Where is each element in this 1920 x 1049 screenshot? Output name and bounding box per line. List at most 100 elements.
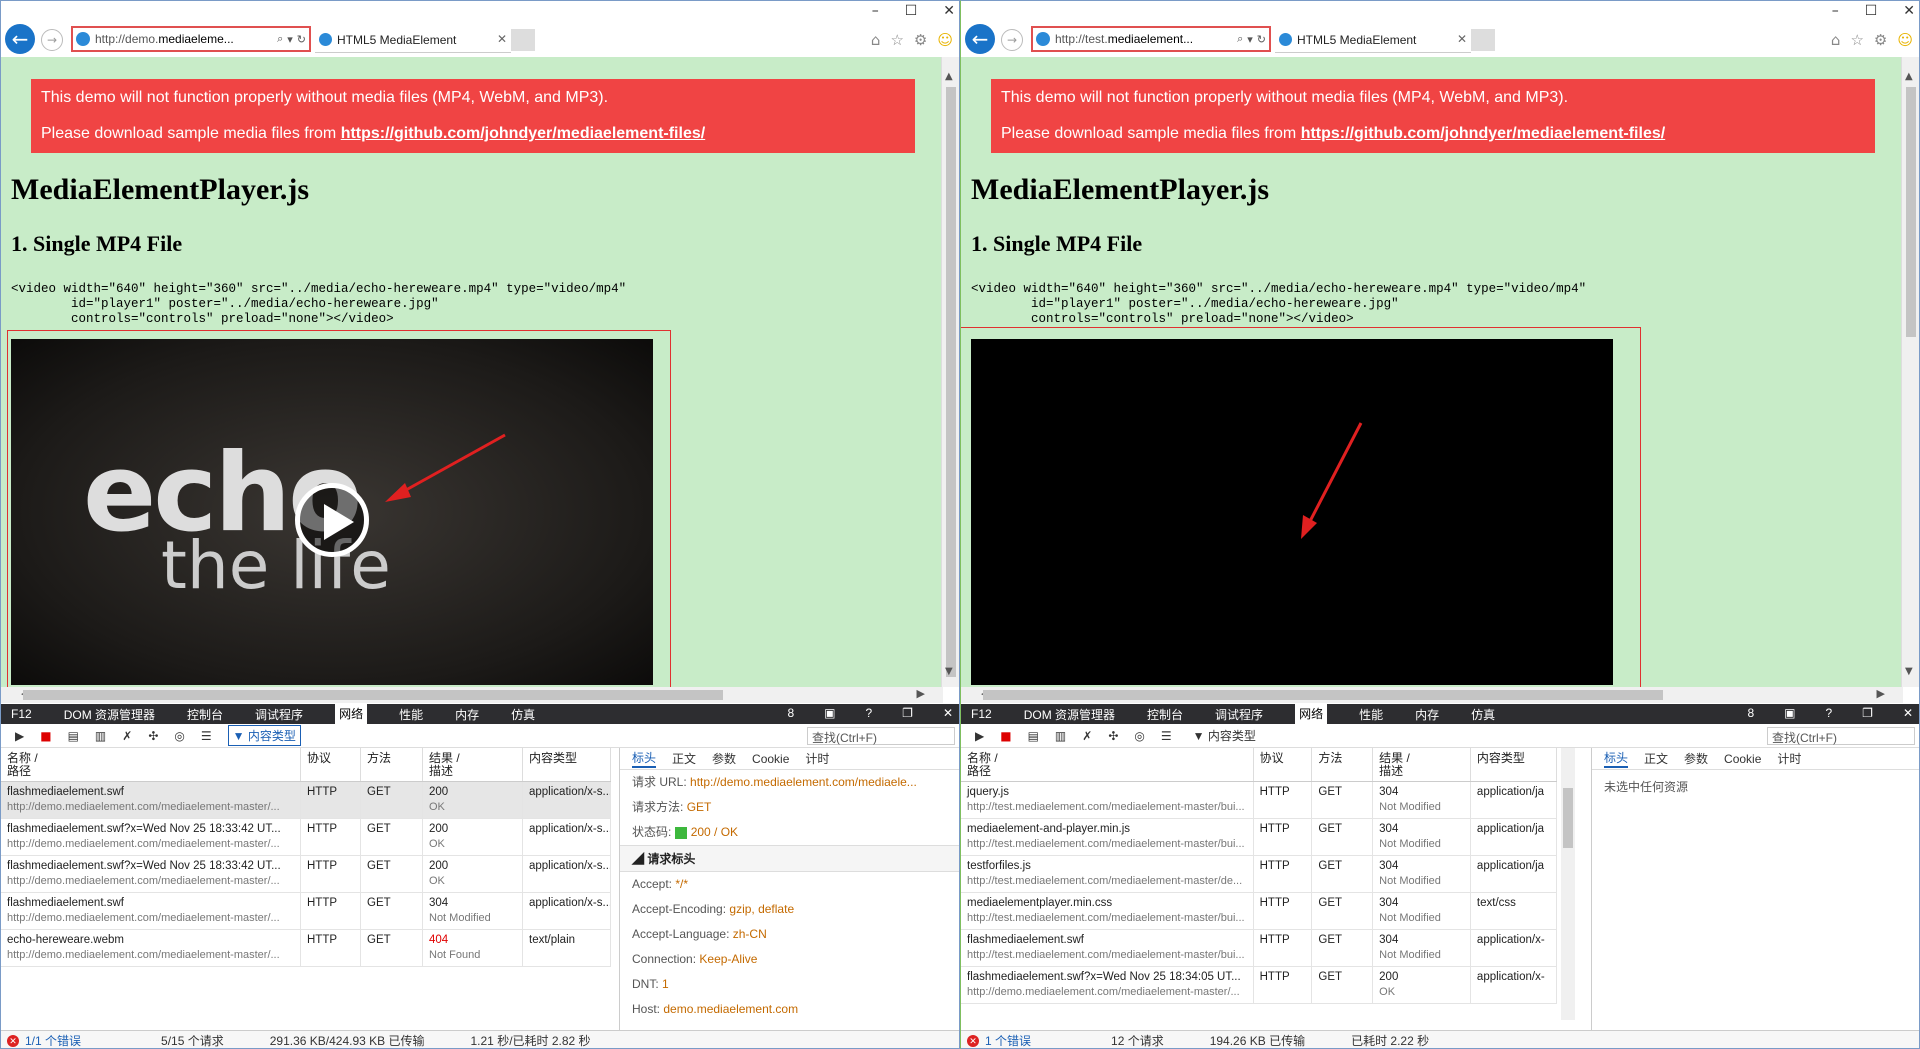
tab-console[interactable]: 控制台 [1147,706,1183,723]
vertical-scrollbar[interactable]: ▲ ▼ [1901,57,1919,687]
tab-network[interactable]: 网络 [1295,704,1328,724]
refresh-icon[interactable]: ↻ [1257,33,1266,46]
smiley-icon[interactable]: ☺ [1897,31,1913,49]
search-icon[interactable]: ⌕ [277,32,283,46]
settings-icon[interactable]: ⚙ [1874,31,1887,49]
table-row[interactable]: jquery.js http://test.mediaelement.com/me… [961,782,1557,819]
table-row[interactable]: mediaelementplayer.min.css http://test.me… [961,893,1557,930]
video-player[interactable]: echo the life [11,339,653,685]
tab-performance[interactable]: 性能 [1359,706,1383,723]
horizontal-scrollbar[interactable]: ◀▶ [961,687,1903,703]
tab-dom[interactable]: DOM 资源管理器 [1024,706,1115,723]
tab-timing[interactable]: 计时 [805,750,829,767]
console-icon[interactable]: ▣ [1784,706,1795,720]
table-row[interactable]: flashmediaelement.swf?x=Wed Nov 25 18:33… [1,819,611,856]
address-url[interactable]: http://demo.mediaeleme... [95,32,273,46]
minimize-icon[interactable]: – [1832,3,1839,19]
forward-button[interactable]: → [1001,29,1023,51]
devtools-count[interactable]: 8 [787,706,794,720]
github-link[interactable]: https://github.com/johndyer/mediaelement… [1301,125,1665,142]
tab-timing[interactable]: 计时 [1777,750,1801,767]
smiley-icon[interactable]: ☺ [937,31,953,49]
tab-network[interactable]: 网络 [335,704,368,724]
clear-entries-icon[interactable]: ☰ [1161,729,1172,743]
clear-cache-icon[interactable]: ✣ [148,729,158,743]
find-input[interactable]: 查找(Ctrl+F) [1767,727,1915,745]
request-headers-section[interactable]: ◢ 请求标头 [620,845,959,872]
dropdown-icon[interactable]: ▾ [287,33,293,46]
home-icon[interactable]: ⌂ [1831,31,1841,49]
close-icon[interactable]: ✕ [943,3,955,19]
new-tab-button[interactable] [511,29,535,51]
tab-console[interactable]: 控制台 [187,706,223,723]
tab-body[interactable]: 正文 [672,750,696,767]
devtools-count[interactable]: 8 [1747,706,1754,720]
stop-icon[interactable]: ■ [1000,729,1011,743]
tab-params[interactable]: 参数 [1684,750,1708,767]
clear-icon[interactable]: ✗ [1082,729,1092,743]
video-player[interactable] [971,339,1613,685]
console-icon[interactable]: ▣ [824,706,835,720]
address-url[interactable]: http://test.mediaelement... [1055,32,1233,46]
refresh-icon[interactable]: ↻ [297,33,306,46]
dropdown-icon[interactable]: ▾ [1247,33,1253,46]
table-row[interactable]: flashmediaelement.swf http://demo.mediael… [1,893,611,930]
content-type-filter[interactable]: ▼ 内容类型 [1188,725,1261,746]
browser-tab[interactable]: HTML5 MediaElement ✕ [315,27,511,53]
address-bar[interactable]: http://test.mediaelement... ⌕ ▾ ↻ [1031,26,1271,52]
tab-f12[interactable]: F12 [971,707,992,721]
start-icon[interactable]: ▶ [15,729,24,743]
back-button[interactable]: ← [5,24,35,54]
clear-entries-icon[interactable]: ☰ [201,729,212,743]
table-row[interactable]: flashmediaelement.swf?x=Wed Nov 25 18:33… [1,856,611,893]
close-devtools-icon[interactable]: ✕ [1903,706,1913,720]
table-row[interactable]: flashmediaelement.swf http://test.mediael… [961,930,1557,967]
undock-icon[interactable]: ❐ [1862,706,1873,720]
horizontal-scrollbar[interactable]: ◀▶ [1,687,943,703]
browser-tab[interactable]: HTML5 MediaElement ✕ [1275,27,1471,53]
minimize-icon[interactable]: – [872,3,879,19]
back-button[interactable]: ← [965,24,995,54]
always-refresh-icon[interactable]: ◎ [174,729,184,743]
forward-button[interactable]: → [41,29,63,51]
import-icon[interactable]: ▥ [95,729,106,743]
error-count[interactable]: ✕ 1/1 个错误 [7,1032,127,1048]
stop-icon[interactable]: ■ [40,729,51,743]
tab-memory[interactable]: 内存 [455,706,479,723]
tab-cookie[interactable]: Cookie [1724,752,1761,766]
tab-performance[interactable]: 性能 [399,706,423,723]
help-icon[interactable]: ? [1825,706,1832,720]
tab-emulation[interactable]: 仿真 [511,706,535,723]
content-type-filter[interactable]: ▼ 内容类型 [227,725,301,746]
table-row[interactable]: flashmediaelement.swf?x=Wed Nov 25 18:34… [961,967,1557,1004]
tab-debugger[interactable]: 调试程序 [1215,706,1263,723]
search-icon[interactable]: ⌕ [1237,32,1243,46]
close-devtools-icon[interactable]: ✕ [943,706,953,720]
tab-params[interactable]: 参数 [712,750,736,767]
tab-debugger[interactable]: 调试程序 [255,706,303,723]
tab-cookie[interactable]: Cookie [752,752,789,766]
address-bar[interactable]: http://demo.mediaeleme... ⌕ ▾ ↻ [71,26,311,52]
tab-dom[interactable]: DOM 资源管理器 [64,706,155,723]
help-icon[interactable]: ? [865,706,872,720]
github-link[interactable]: https://github.com/johndyer/mediaelement… [341,125,705,142]
vertical-scrollbar[interactable]: ▲ ▼ [941,57,959,687]
tab-f12[interactable]: F12 [11,707,32,721]
close-tab-icon[interactable]: ✕ [497,32,507,46]
tab-memory[interactable]: 内存 [1415,706,1439,723]
start-icon[interactable]: ▶ [975,729,984,743]
close-icon[interactable]: ✕ [1903,3,1915,19]
settings-icon[interactable]: ⚙ [914,31,927,49]
table-vertical-scrollbar[interactable] [1561,748,1575,1020]
tab-emulation[interactable]: 仿真 [1471,706,1495,723]
home-icon[interactable]: ⌂ [871,31,881,49]
clear-cache-icon[interactable]: ✣ [1108,729,1118,743]
save-icon[interactable]: ▤ [68,729,79,743]
maximize-icon[interactable]: ☐ [1865,3,1878,19]
import-icon[interactable]: ▥ [1055,729,1066,743]
undock-icon[interactable]: ❐ [902,706,913,720]
play-button[interactable] [295,483,369,557]
find-input[interactable]: 查找(Ctrl+F) [807,727,955,745]
table-row[interactable]: mediaelement-and-player.min.js http://tes… [961,819,1557,856]
tab-body[interactable]: 正文 [1644,750,1668,767]
